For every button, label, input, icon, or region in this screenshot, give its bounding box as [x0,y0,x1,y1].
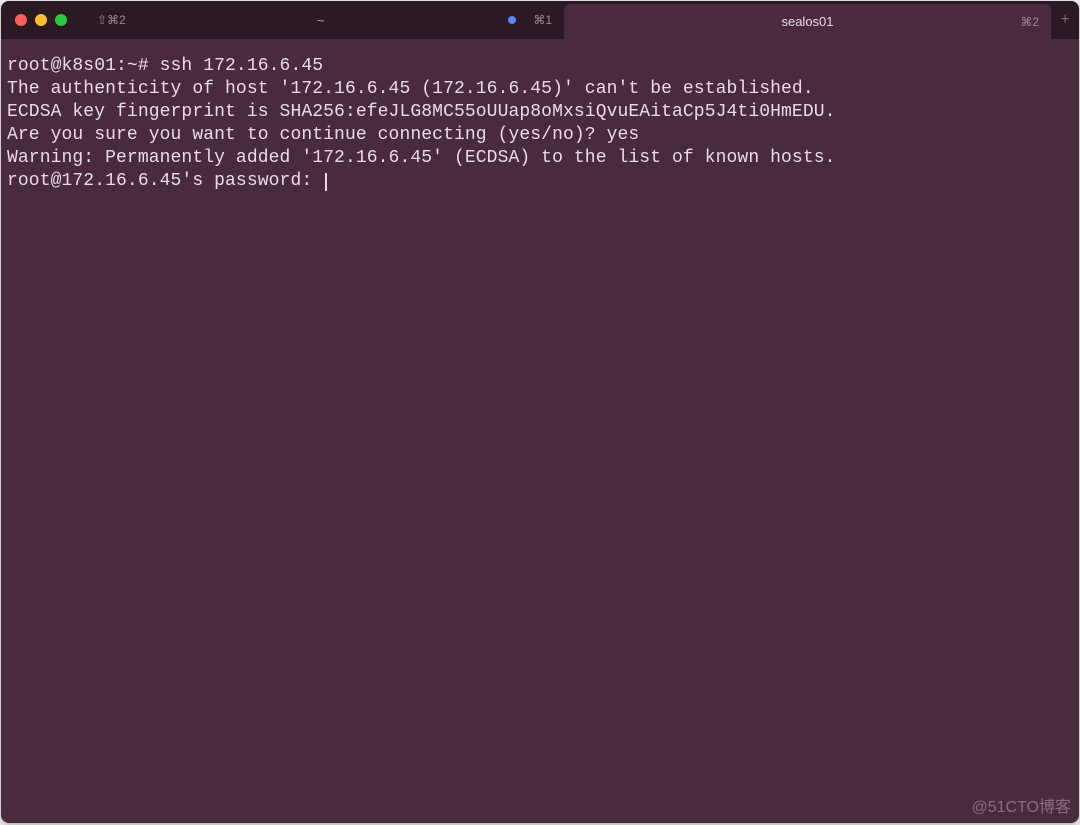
plus-icon: + [1060,11,1070,29]
watermark: @51CTO博客 [971,793,1071,817]
tab-home[interactable]: ⇧⌘2 ~ ⌘1 [77,1,564,39]
minimize-icon[interactable] [35,14,47,26]
cursor-icon [325,173,327,191]
activity-dot-icon [508,16,516,24]
tab-shortcut: ⌘2 [1020,15,1039,29]
tab-label: ~ [317,13,325,28]
terminal-line: Warning: Permanently added '172.16.6.45'… [7,148,836,168]
terminal-line: root@172.16.6.45's password: [7,171,323,191]
tab-label: sealos01 [781,14,833,29]
tab-shortcut-left: ⇧⌘2 [97,13,126,27]
terminal-line: Are you sure you want to continue connec… [7,125,639,145]
titlebar: ⇧⌘2 ~ ⌘1 sealos01 ⌘2 + [1,1,1079,39]
terminal-line: The authenticity of host '172.16.6.45 (1… [7,79,814,99]
fullscreen-icon[interactable] [55,14,67,26]
window-controls [1,14,67,26]
command: ssh 172.16.6.45 [160,56,324,76]
terminal-content[interactable]: root@k8s01:~# ssh 172.16.6.45 The authen… [1,39,1079,199]
new-tab-button[interactable]: + [1051,11,1079,29]
terminal-window: ⇧⌘2 ~ ⌘1 sealos01 ⌘2 + root@k8s01:~# ssh… [1,1,1079,823]
prompt: root@k8s01:~# [7,56,160,76]
tab-shortcut: ⌘1 [533,13,552,27]
close-icon[interactable] [15,14,27,26]
terminal-line: ECDSA key fingerprint is SHA256:efeJLG8M… [7,102,836,122]
tab-sealos01[interactable]: sealos01 ⌘2 [564,4,1051,39]
tab-bar: ⇧⌘2 ~ ⌘1 sealos01 ⌘2 [77,1,1051,39]
